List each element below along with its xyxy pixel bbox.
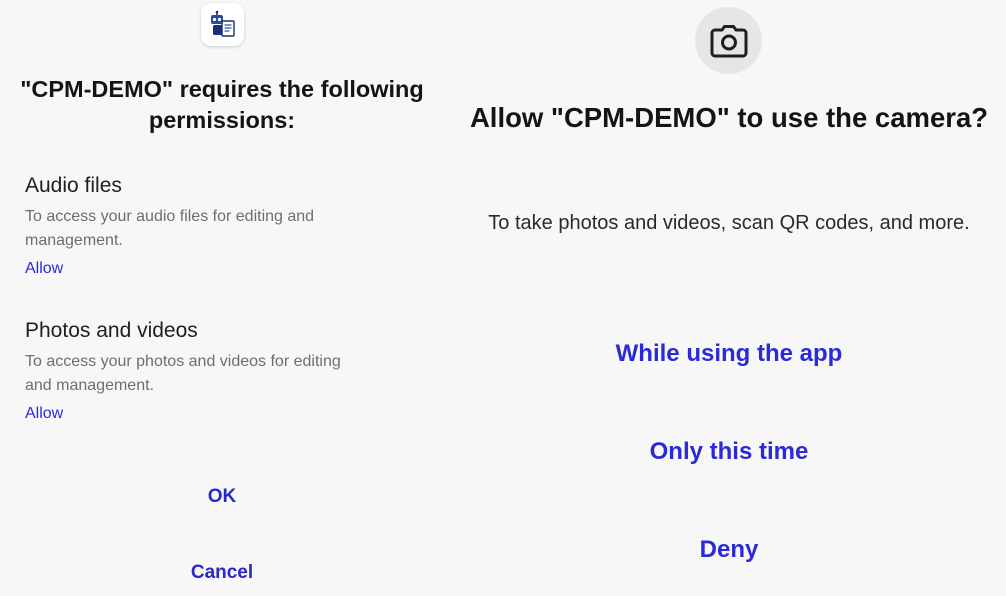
ok-button[interactable]: OK [0, 485, 444, 509]
dialog-title: Allow "CPM-DEMO" to use the camera? [469, 102, 989, 133]
allow-audio-link[interactable]: Allow [25, 259, 63, 279]
dialog-description: To take photos and videos, scan QR codes… [488, 212, 970, 234]
cancel-button[interactable]: Cancel [0, 561, 444, 585]
camera-icon-badge [695, 7, 762, 74]
robot-icon [210, 10, 235, 37]
deny-button[interactable]: Deny [452, 535, 1006, 565]
app-icon [201, 3, 244, 46]
dialog-title: "CPM-DEMO" requires the following permis… [20, 76, 424, 133]
while-using-app-button[interactable]: While using the app [452, 339, 1006, 369]
allow-photos-link[interactable]: Allow [25, 404, 63, 424]
only-this-time-button[interactable]: Only this time [452, 437, 1006, 467]
camera-icon [710, 24, 747, 57]
permission-name-photos: Photos and videos [25, 319, 198, 342]
permission-description-photos: To access your photos and videos for edi… [25, 353, 341, 394]
camera-permission-dialog: Allow "CPM-DEMO" to use the camera? To t… [452, 0, 1006, 596]
permission-name-audio: Audio files [25, 174, 122, 197]
permission-description-audio: To access your audio files for editing a… [25, 208, 315, 249]
permissions-dialog: "CPM-DEMO" requires the following permis… [0, 0, 450, 596]
